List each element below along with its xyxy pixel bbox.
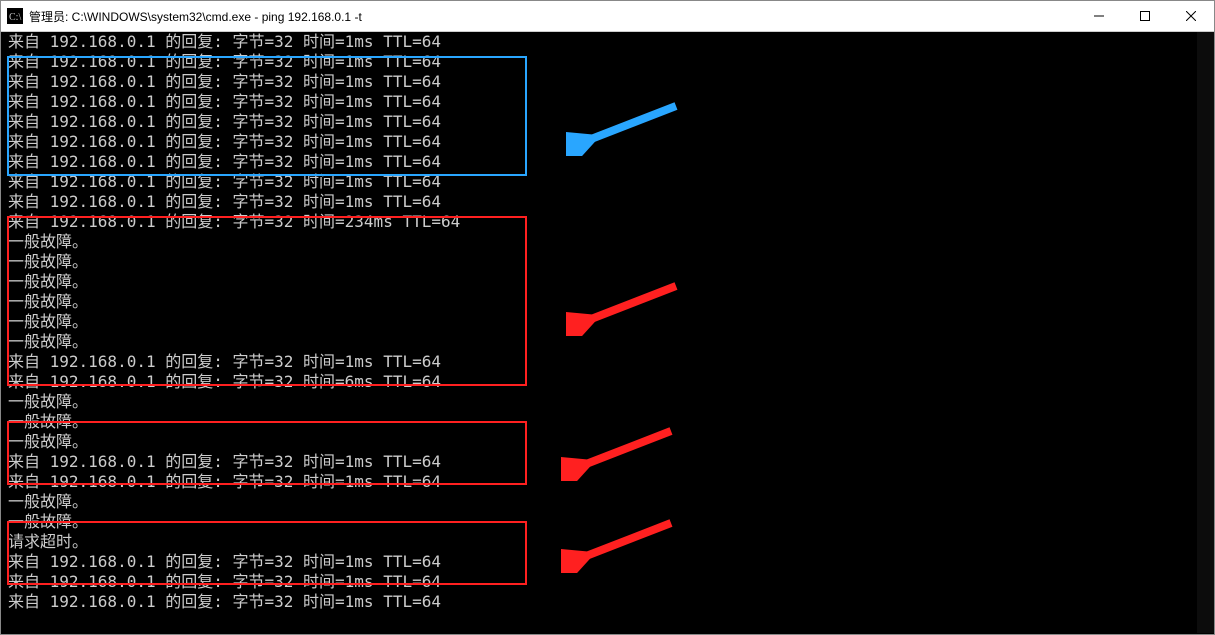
console-line: 来自 192.168.0.1 的回复: 字节=32 时间=1ms TTL=64 xyxy=(8,472,1207,492)
console-line: 一般故障。 xyxy=(8,292,1207,312)
console-line: 来自 192.168.0.1 的回复: 字节=32 时间=1ms TTL=64 xyxy=(8,352,1207,372)
console-line: 来自 192.168.0.1 的回复: 字节=32 时间=1ms TTL=64 xyxy=(8,52,1207,72)
cmd-window: C:\ 管理员: C:\WINDOWS\system32\cmd.exe - p… xyxy=(0,0,1215,635)
console-line: 请求超时。 xyxy=(8,532,1207,552)
console-line: 一般故障。 xyxy=(8,512,1207,532)
scrollbar[interactable] xyxy=(1197,32,1214,633)
console-line: 一般故障。 xyxy=(8,272,1207,292)
console-line: 来自 192.168.0.1 的回复: 字节=32 时间=1ms TTL=64 xyxy=(8,92,1207,112)
titlebar[interactable]: C:\ 管理员: C:\WINDOWS\system32\cmd.exe - p… xyxy=(1,1,1214,32)
console-line: 一般故障。 xyxy=(8,392,1207,412)
svg-text:C:\: C:\ xyxy=(9,12,21,23)
console-line: 一般故障。 xyxy=(8,412,1207,432)
console-line: 来自 192.168.0.1 的回复: 字节=32 时间=234ms TTL=6… xyxy=(8,212,1207,232)
console-body[interactable]: 来自 192.168.0.1 的回复: 字节=32 时间=1ms TTL=64来… xyxy=(2,32,1213,633)
console-line: 一般故障。 xyxy=(8,312,1207,332)
maximize-button[interactable] xyxy=(1122,1,1168,31)
console-line: 一般故障。 xyxy=(8,432,1207,452)
console-line: 来自 192.168.0.1 的回复: 字节=32 时间=1ms TTL=64 xyxy=(8,572,1207,592)
console-line: 来自 192.168.0.1 的回复: 字节=32 时间=1ms TTL=64 xyxy=(8,112,1207,132)
console-line: 一般故障。 xyxy=(8,232,1207,252)
console-line: 一般故障。 xyxy=(8,332,1207,352)
console-line: 来自 192.168.0.1 的回复: 字节=32 时间=1ms TTL=64 xyxy=(8,132,1207,152)
console-line: 一般故障。 xyxy=(8,492,1207,512)
console-line: 来自 192.168.0.1 的回复: 字节=32 时间=1ms TTL=64 xyxy=(8,452,1207,472)
console-line: 来自 192.168.0.1 的回复: 字节=32 时间=1ms TTL=64 xyxy=(8,552,1207,572)
close-button[interactable] xyxy=(1168,1,1214,31)
console-line: 来自 192.168.0.1 的回复: 字节=32 时间=1ms TTL=64 xyxy=(8,32,1207,52)
console-line: 来自 192.168.0.1 的回复: 字节=32 时间=1ms TTL=64 xyxy=(8,192,1207,212)
console-line: 一般故障。 xyxy=(8,252,1207,272)
window-title: 管理员: C:\WINDOWS\system32\cmd.exe - ping … xyxy=(29,8,362,25)
console-line: 来自 192.168.0.1 的回复: 字节=32 时间=1ms TTL=64 xyxy=(8,72,1207,92)
window-buttons xyxy=(1076,1,1214,31)
console-line: 来自 192.168.0.1 的回复: 字节=32 时间=1ms TTL=64 xyxy=(8,592,1207,612)
console-line: 来自 192.168.0.1 的回复: 字节=32 时间=1ms TTL=64 xyxy=(8,172,1207,192)
console-line: 来自 192.168.0.1 的回复: 字节=32 时间=1ms TTL=64 xyxy=(8,152,1207,172)
minimize-button[interactable] xyxy=(1076,1,1122,31)
console-line: 来自 192.168.0.1 的回复: 字节=32 时间=6ms TTL=64 xyxy=(8,372,1207,392)
cmd-icon: C:\ xyxy=(7,8,23,24)
